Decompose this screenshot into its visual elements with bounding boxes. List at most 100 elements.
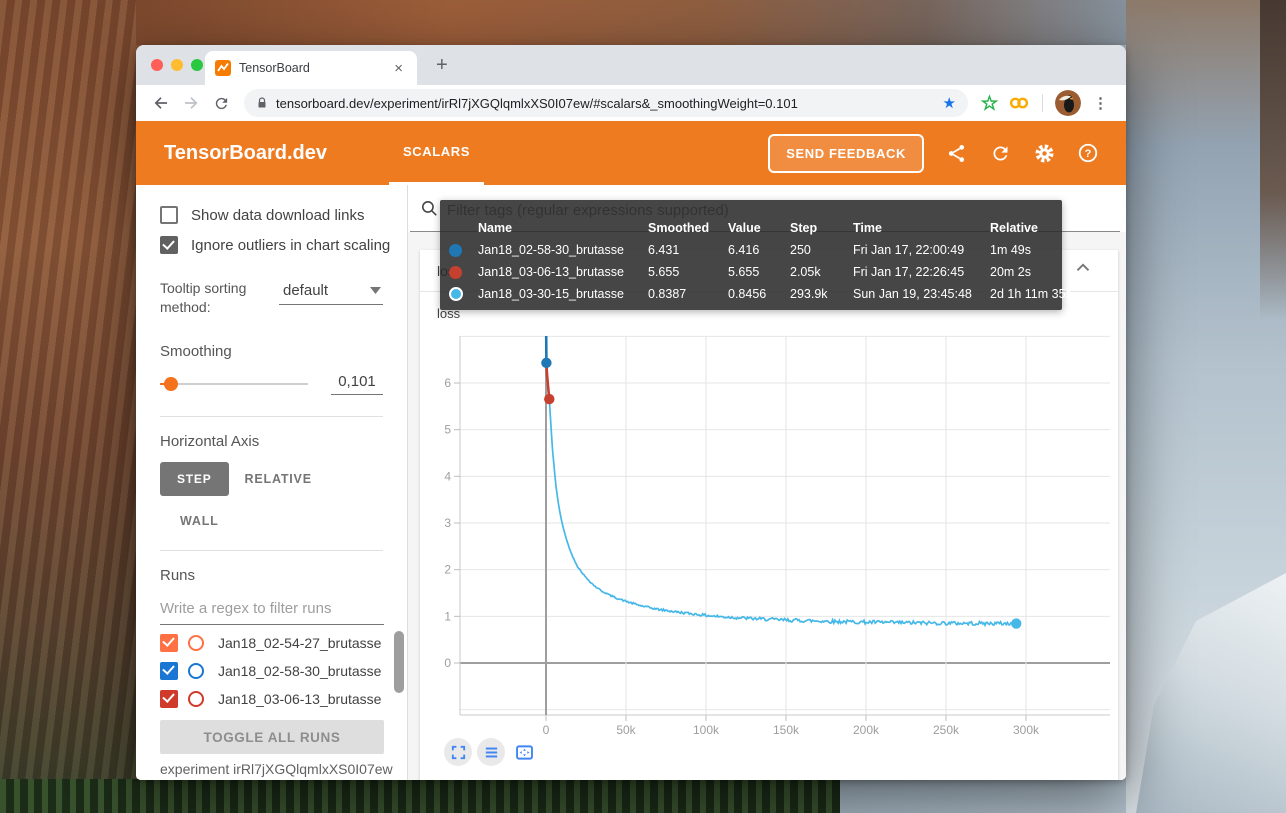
checkbox-icon[interactable]: [160, 206, 178, 224]
send-feedback-button[interactable]: SEND FEEDBACK: [768, 134, 924, 173]
forward-icon[interactable]: [178, 90, 204, 116]
run-row[interactable]: Jan18_02-54-27_brutasse: [160, 629, 408, 657]
loss-chart: loss 050k100k150k200k250k300k0123456: [420, 292, 1118, 779]
smoothing-slider[interactable]: [160, 377, 308, 391]
tooltip-header-cell: Relative: [990, 221, 1062, 235]
browser-tab[interactable]: TensorBoard ×: [205, 51, 417, 85]
close-window-button[interactable]: [151, 59, 163, 71]
y-tick-label: 3: [444, 516, 451, 530]
y-tick-label: 2: [444, 563, 451, 577]
run-radio[interactable]: [188, 663, 204, 679]
tooltip-cell: 6.416: [728, 243, 790, 257]
option-checkbox-row[interactable]: Ignore outliers in chart scaling: [160, 233, 407, 257]
toggle-all-runs-button[interactable]: TOGGLE ALL RUNS: [160, 720, 384, 754]
help-icon[interactable]: ?: [1076, 141, 1100, 165]
runs-table-icon[interactable]: [477, 738, 505, 766]
slider-thumb[interactable]: [164, 377, 178, 391]
tooltip-run-row: Jan18_03-06-13_brutasse5.6555.6552.05kFr…: [440, 261, 1062, 283]
x-tick-label: 300k: [1013, 723, 1040, 737]
runs-list: Jan18_02-54-27_brutasse Jan18_02-58-30_br…: [160, 629, 408, 729]
tooltip-cell: 20m 2s: [990, 265, 1062, 279]
runs-filter-input[interactable]: [160, 598, 384, 625]
tooltip-header-cell: Smoothed: [648, 221, 728, 235]
wallpaper-cliff: [1260, 0, 1286, 320]
run-checkbox[interactable]: [160, 662, 178, 680]
run-row[interactable]: Jan18_03-06-13_brutasse: [160, 685, 408, 713]
share-icon[interactable]: [944, 141, 968, 165]
tooltip-cell: 5.655: [728, 265, 790, 279]
wallpaper-forest: [0, 779, 840, 813]
url-text: tensorboard.dev/experiment/irRl7jXGQlqml…: [276, 96, 937, 111]
axis-step-button[interactable]: STEP: [160, 462, 229, 496]
run-color-dot: [449, 287, 463, 301]
option-checkbox-row[interactable]: Show data download links: [160, 203, 407, 227]
tooltip-cell: 5.655: [648, 265, 728, 279]
settings-gear-icon[interactable]: [1032, 141, 1056, 165]
x-tick-label: 250k: [933, 723, 960, 737]
chevron-down-icon: [370, 281, 381, 299]
extension-star-icon[interactable]: [976, 90, 1002, 116]
fit-domain-icon[interactable]: [510, 738, 538, 766]
run-radio[interactable]: [188, 691, 204, 707]
chart-toolbar: [444, 738, 538, 766]
chrome-menu-icon[interactable]: ⋮: [1085, 94, 1116, 112]
browser-window: TensorBoard × + tensorboard.dev/experime…: [136, 45, 1126, 780]
run-checkbox[interactable]: [160, 690, 178, 708]
y-tick-label: 0: [444, 656, 451, 670]
loss-card: loss loss 050k100k150k200k250k300k012345…: [420, 250, 1118, 780]
collapse-chevron-icon[interactable]: [1072, 257, 1094, 284]
tooltip-header-cell: Name: [478, 221, 648, 235]
tooltip-cell: 2.05k: [790, 265, 853, 279]
runs-scrollbar[interactable]: [394, 631, 404, 693]
tooltip-cell: Fri Jan 17, 22:26:45: [853, 265, 990, 279]
bookmark-star-icon[interactable]: ★: [943, 94, 956, 112]
smoothing-value[interactable]: 0,101: [331, 373, 383, 395]
x-tick-label: 150k: [773, 723, 800, 737]
address-bar[interactable]: tensorboard.dev/experiment/irRl7jXGQlqml…: [244, 89, 968, 117]
x-tick-label: 200k: [853, 723, 880, 737]
tooltip-cell: Jan18_03-30-15_brutasse: [478, 287, 648, 301]
checkbox-icon[interactable]: [160, 236, 178, 254]
wallpaper-cliff-left: [0, 0, 136, 813]
axis-relative-button[interactable]: RELATIVE: [245, 472, 312, 486]
tooltip-cell: 0.8456: [728, 287, 790, 301]
settings-sidebar: Show data download links Ignore outliers …: [136, 185, 408, 780]
run-radio[interactable]: [188, 635, 204, 651]
run-row[interactable]: Jan18_02-58-30_brutasse: [160, 657, 408, 685]
desktop: { "browser": { "tab_title": "TensorBoard…: [0, 0, 1286, 813]
smoothing-slider-row: 0,101: [160, 372, 407, 396]
run-name: Jan18_02-58-30_brutasse: [218, 663, 381, 679]
tab-scalars[interactable]: SCALARS: [389, 121, 484, 185]
colab-extension-icon[interactable]: [1006, 90, 1032, 116]
svg-text:?: ?: [1085, 148, 1092, 160]
back-icon[interactable]: [148, 90, 174, 116]
tooltip-header-cell: Step: [790, 221, 853, 235]
new-tab-button[interactable]: +: [428, 54, 456, 77]
x-tick-label: 0: [543, 723, 550, 737]
reload-icon[interactable]: [208, 90, 234, 116]
y-tick-label: 1: [444, 609, 451, 623]
smoothing-label: Smoothing: [160, 343, 407, 360]
x-tick-label: 50k: [616, 723, 636, 737]
run-checkbox[interactable]: [160, 634, 178, 652]
tooltip-cell: 2d 1h 11m 35s: [990, 287, 1072, 301]
tooltip-cell: 250: [790, 243, 853, 257]
tooltip-cell: Jan18_03-06-13_brutasse: [478, 265, 648, 279]
tab-close-icon[interactable]: ×: [390, 59, 407, 78]
tooltip-run-row: Jan18_03-30-15_brutasse0.83870.8456293.9…: [440, 283, 1062, 305]
chart-tooltip: NameSmoothedValueStepTimeRelativeJan18_0…: [440, 200, 1062, 310]
loss-line-chart[interactable]: 050k100k150k200k250k300k0123456: [420, 292, 1118, 742]
checkbox-group: Show data download links Ignore outliers …: [160, 203, 407, 257]
horizontal-axis-label: Horizontal Axis: [160, 433, 407, 450]
minimize-window-button[interactable]: [171, 59, 183, 71]
expand-chart-icon[interactable]: [444, 738, 472, 766]
traffic-lights: [151, 59, 203, 71]
y-tick-label: 5: [444, 423, 451, 437]
profile-avatar[interactable]: [1055, 90, 1081, 116]
search-icon: [420, 199, 439, 223]
fullscreen-window-button[interactable]: [191, 59, 203, 71]
tooltip-sorting-row: Tooltip sorting method: default: [160, 279, 407, 317]
axis-wall-button[interactable]: WALL: [180, 514, 219, 528]
tooltip-sorting-select[interactable]: default: [279, 279, 383, 305]
refresh-icon[interactable]: [988, 141, 1012, 165]
